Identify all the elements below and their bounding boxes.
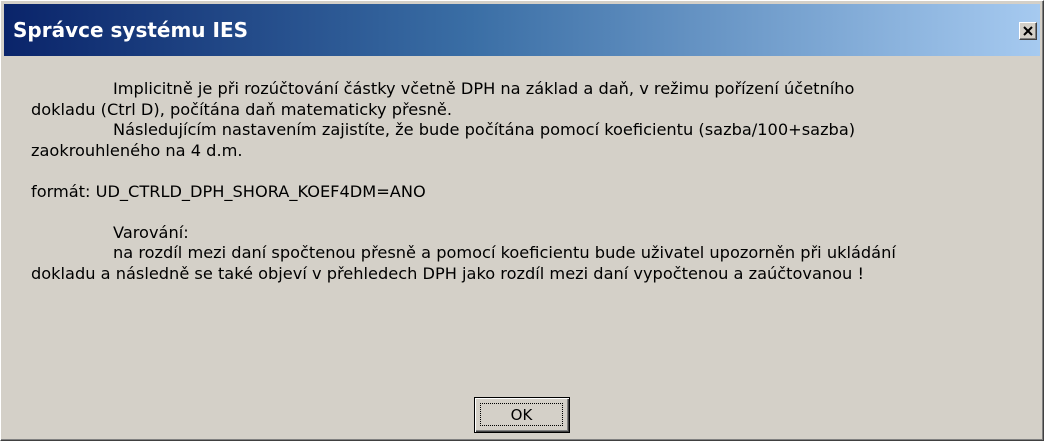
message-line: dokladu (Ctrl D), počítána daň matematic…	[31, 99, 453, 119]
window-title: Správce systému IES	[13, 18, 249, 42]
message-line: dokladu a následně se také objeví v přeh…	[31, 263, 864, 283]
dialog-window: Správce systému IES Implicitně je při ro…	[0, 0, 1044, 441]
ok-button-label: OK	[480, 403, 563, 426]
warning-heading: Varování:	[113, 222, 189, 242]
close-icon	[1023, 26, 1033, 36]
message-text: Implicitně je při rozúčtování částky vče…	[31, 79, 1021, 284]
message-line: Implicitně je při rozúčtování částky vče…	[113, 79, 855, 98]
message-line: zaokrouhleného na 4 d.m.	[31, 140, 243, 160]
close-button[interactable]	[1019, 22, 1037, 40]
message-line: na rozdíl mezi daní spočtenou přesně a p…	[113, 243, 896, 262]
format-line: formát: UD_CTRLD_DPH_SHORA_KOEF4DM=ANO	[31, 181, 426, 201]
title-bar[interactable]: Správce systému IES	[4, 4, 1040, 56]
message-line: Následujícím nastavením zajistíte, že bu…	[113, 120, 856, 139]
ok-button[interactable]: OK	[474, 397, 570, 433]
